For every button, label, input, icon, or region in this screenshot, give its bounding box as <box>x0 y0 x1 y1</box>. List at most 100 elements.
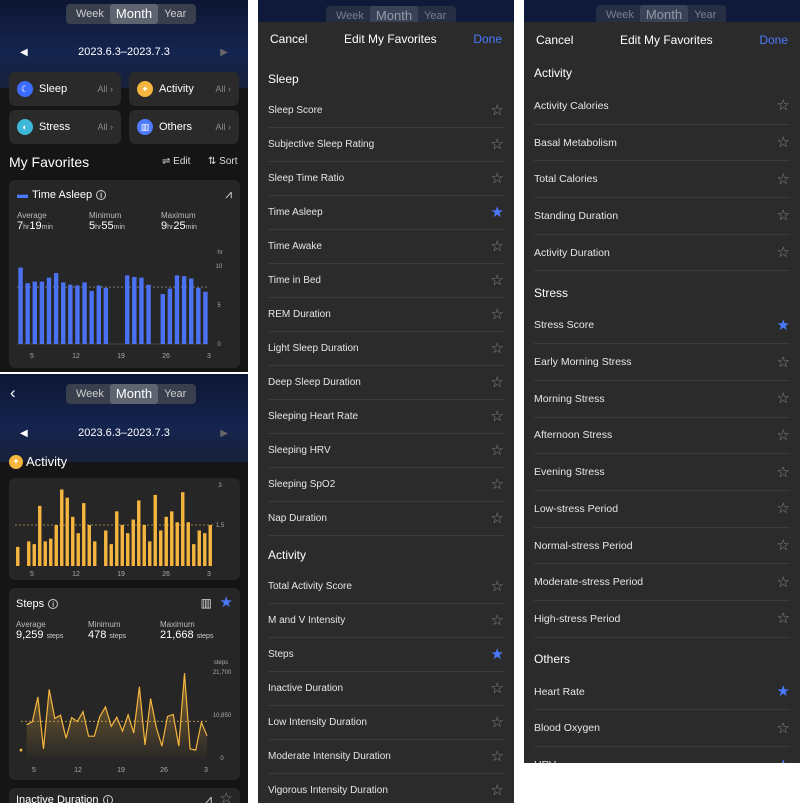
star-outline-icon[interactable]: ☆ <box>491 103 504 118</box>
star-outline-icon[interactable]: ☆ <box>491 511 504 526</box>
segment-month[interactable]: Month <box>109 384 159 404</box>
star-outline-icon[interactable]: ☆ <box>777 575 790 590</box>
next-arrow-icon[interactable]: ▶ <box>220 428 228 439</box>
trend-chart-icon[interactable]: ⩘ <box>225 187 232 202</box>
star-outline-icon[interactable]: ☆ <box>777 538 790 553</box>
back-arrow-icon[interactable]: ‹ <box>10 383 16 403</box>
star-filled-icon[interactable]: ★ <box>491 205 504 220</box>
category-others-button[interactable]: ▥ Others All › <box>129 110 239 144</box>
star-outline-icon[interactable]: ☆ <box>777 208 790 223</box>
category-activity-all[interactable]: All › <box>215 84 231 94</box>
star-outline-icon[interactable]: ☆ <box>777 611 790 626</box>
favorite-list-item[interactable]: Sleep Time Ratio ☆ <box>268 162 504 196</box>
category-stress-all[interactable]: All › <box>97 122 113 132</box>
star-outline-icon[interactable]: ☆ <box>491 749 504 764</box>
star-outline-icon[interactable]: ☆ <box>491 579 504 594</box>
category-sleep-all[interactable]: All › <box>97 84 113 94</box>
star-outline-icon[interactable]: ☆ <box>777 355 790 370</box>
category-stress-button[interactable]: ◐ Stress All › <box>9 110 121 144</box>
favorite-list-item[interactable]: Inactive Duration ☆ <box>268 672 504 706</box>
category-sleep-button[interactable]: ☾ Sleep All › <box>9 72 121 106</box>
star-outline-icon[interactable]: ☆ <box>491 409 504 424</box>
favorite-list-item[interactable]: Vigorous Intensity Duration ☆ <box>268 774 504 803</box>
favorite-list-item[interactable]: Time in Bed ☆ <box>268 264 504 298</box>
star-outline-icon[interactable]: ☆ <box>491 477 504 492</box>
period-segmented-control[interactable]: Week Month Year <box>66 4 197 24</box>
favorite-list-item[interactable]: REM Duration ☆ <box>268 298 504 332</box>
favorite-list-item[interactable]: Time Awake ☆ <box>268 230 504 264</box>
favorite-list-item[interactable]: Nap Duration ☆ <box>268 502 504 536</box>
favorite-list-item[interactable]: Heart Rate ★ <box>534 674 790 711</box>
star-outline-icon[interactable]: ☆ <box>491 375 504 390</box>
star-outline-icon[interactable]: ☆ <box>777 465 790 480</box>
star-outline-icon[interactable]: ☆ <box>491 171 504 186</box>
favorite-list-item[interactable]: Moderate-stress Period ☆ <box>534 564 790 602</box>
favorite-star-icon[interactable]: ☆ <box>220 791 233 803</box>
star-outline-icon[interactable]: ☆ <box>777 428 790 443</box>
next-arrow-icon[interactable]: ▶ <box>220 47 228 58</box>
star-filled-icon[interactable]: ★ <box>491 647 504 662</box>
favorite-list-item[interactable]: Subjective Sleep Rating ☆ <box>268 128 504 162</box>
favorite-list-item[interactable]: Total Calories ☆ <box>534 161 790 199</box>
star-outline-icon[interactable]: ☆ <box>777 172 790 187</box>
trend-chart-icon[interactable]: ⩘ <box>205 792 212 803</box>
info-icon[interactable]: i <box>96 190 107 200</box>
star-filled-icon[interactable]: ★ <box>777 318 790 333</box>
favorite-list-item[interactable]: Sleeping HRV ☆ <box>268 434 504 468</box>
favorite-star-icon[interactable]: ★ <box>220 595 233 610</box>
favorite-list-item[interactable]: Sleep Score ☆ <box>268 94 504 128</box>
favorite-list-item[interactable]: M and V Intensity ☆ <box>268 604 504 638</box>
favorite-list-item[interactable]: Activity Calories ☆ <box>534 88 790 125</box>
favorite-list-item[interactable]: Time Asleep ★ <box>268 196 504 230</box>
done-button[interactable]: Done <box>473 32 502 46</box>
favorite-list-item[interactable]: Evening Stress ☆ <box>534 454 790 491</box>
favorite-list-item[interactable]: Early Morning Stress ☆ <box>534 344 790 381</box>
favorite-list-item[interactable]: Total Activity Score ☆ <box>268 570 504 604</box>
favorite-list-item[interactable]: HRV ★ <box>534 747 790 763</box>
star-outline-icon[interactable]: ☆ <box>777 391 790 406</box>
favorite-list-item[interactable]: Basal Metabolism ☆ <box>534 125 790 162</box>
star-outline-icon[interactable]: ☆ <box>491 273 504 288</box>
star-outline-icon[interactable]: ☆ <box>491 613 504 628</box>
favorite-list-item[interactable]: Steps ★ <box>268 638 504 672</box>
done-button[interactable]: Done <box>759 33 788 47</box>
sort-button[interactable]: ⇅ Sort <box>208 156 238 167</box>
star-outline-icon[interactable]: ☆ <box>491 137 504 152</box>
star-outline-icon[interactable]: ☆ <box>491 443 504 458</box>
favorite-list-item[interactable]: Standing Duration ☆ <box>534 198 790 235</box>
info-icon[interactable]: i <box>102 795 113 803</box>
favorite-list-item[interactable]: Light Sleep Duration ☆ <box>268 332 504 366</box>
star-outline-icon[interactable]: ☆ <box>777 245 790 260</box>
prev-arrow-icon[interactable]: ◀ <box>20 428 28 439</box>
favorite-list-item[interactable]: Normal-stress Period ☆ <box>534 528 790 565</box>
cancel-button[interactable]: Cancel <box>536 33 573 47</box>
favorite-list-item[interactable]: Sleeping SpO2 ☆ <box>268 468 504 502</box>
favorite-list-item[interactable]: Sleeping Heart Rate ☆ <box>268 400 504 434</box>
segment-month[interactable]: Month <box>109 4 159 24</box>
star-outline-icon[interactable]: ☆ <box>491 341 504 356</box>
star-outline-icon[interactable]: ☆ <box>777 98 790 113</box>
star-filled-icon[interactable]: ★ <box>777 758 790 763</box>
star-outline-icon[interactable]: ☆ <box>491 681 504 696</box>
steps-card[interactable]: Steps i ▥ ★ Average 9,259 steps Minimum … <box>9 588 240 780</box>
favorite-list-item[interactable]: Stress Score ★ <box>534 308 790 345</box>
segment-year[interactable]: Year <box>158 384 192 404</box>
period-segmented-control[interactable]: Week Month Year <box>66 384 197 404</box>
favorite-list-item[interactable]: Blood Oxygen ☆ <box>534 711 790 748</box>
star-outline-icon[interactable]: ☆ <box>777 135 790 150</box>
segment-week[interactable]: Week <box>70 384 110 404</box>
star-outline-icon[interactable]: ☆ <box>777 721 790 736</box>
category-activity-button[interactable]: ✦ Activity All › <box>129 72 239 106</box>
cancel-button[interactable]: Cancel <box>270 32 307 46</box>
time-asleep-card[interactable]: ▬ Time Asleep i ⩘ Average 7hr19min Minim… <box>9 180 240 368</box>
segment-year[interactable]: Year <box>158 4 192 24</box>
info-icon[interactable]: i <box>48 599 59 609</box>
segment-week[interactable]: Week <box>70 4 110 24</box>
category-others-all[interactable]: All › <box>215 122 231 132</box>
star-outline-icon[interactable]: ☆ <box>491 239 504 254</box>
favorite-list-item[interactable]: Morning Stress ☆ <box>534 381 790 418</box>
star-filled-icon[interactable]: ★ <box>777 684 790 699</box>
favorite-list-item[interactable]: Deep Sleep Duration ☆ <box>268 366 504 400</box>
star-outline-icon[interactable]: ☆ <box>491 783 504 798</box>
star-outline-icon[interactable]: ☆ <box>491 307 504 322</box>
